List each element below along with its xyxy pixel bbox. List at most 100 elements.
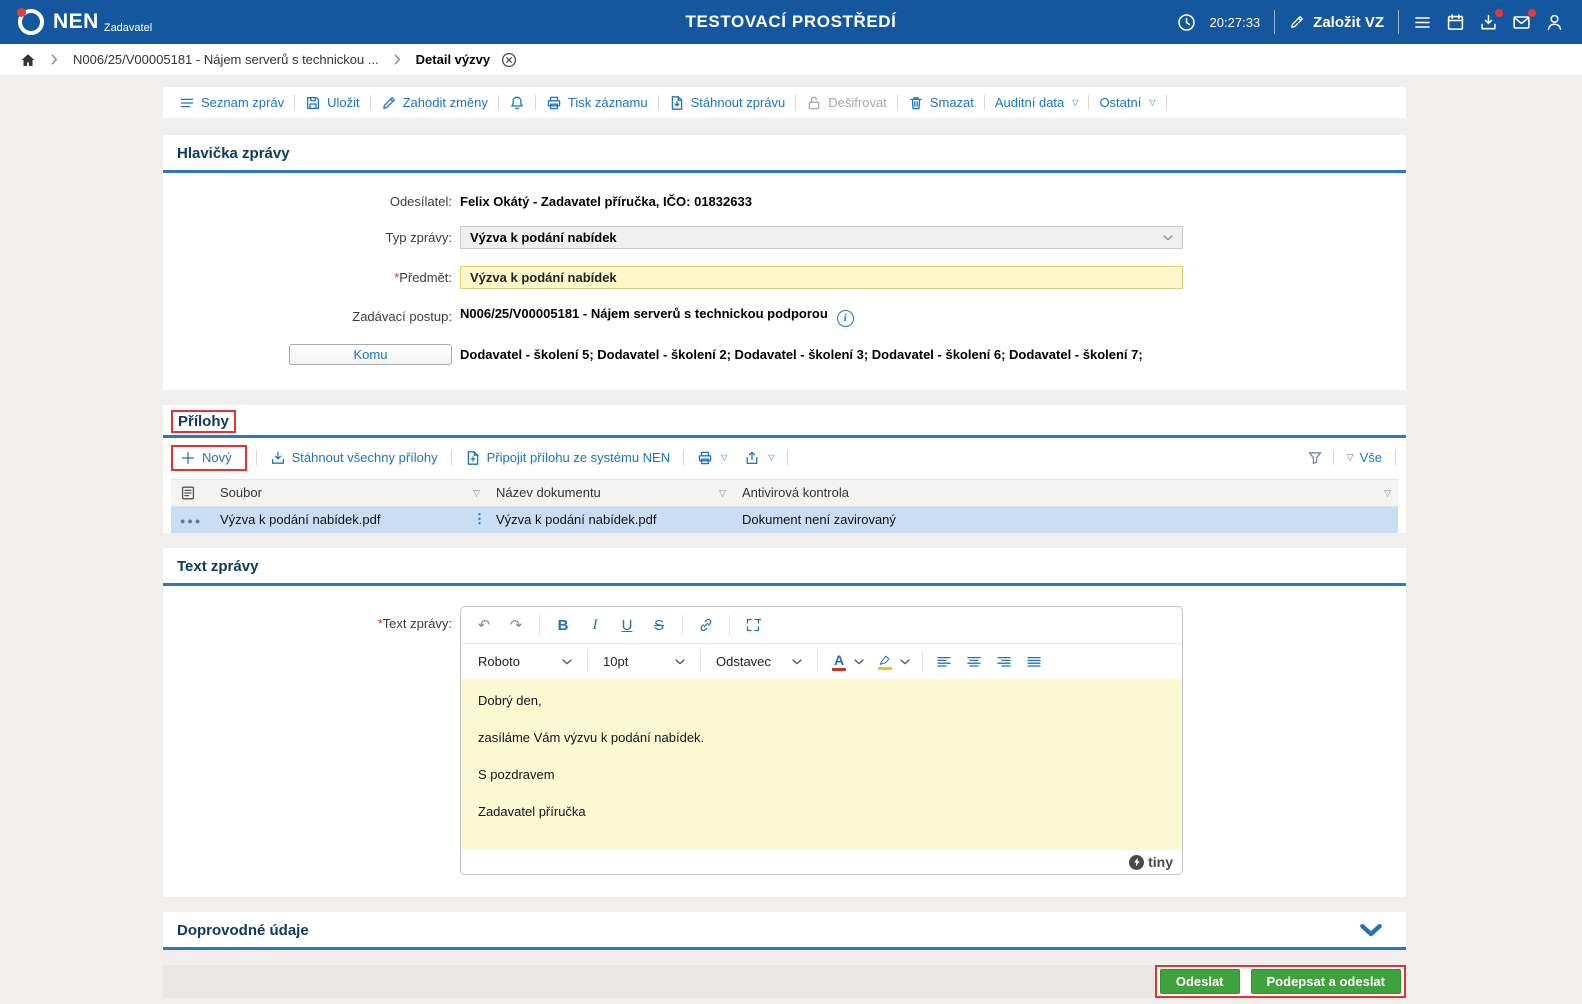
text-color-icon: A: [832, 653, 846, 671]
discard-changes-button[interactable]: Zahodit změny: [371, 95, 498, 111]
info-icon[interactable]: i: [837, 310, 854, 327]
additional-data-header[interactable]: Doprovodné údaje: [163, 912, 1406, 947]
close-circle-icon: [501, 52, 517, 68]
column-header-antivirus[interactable]: Antivirová kontrola▽: [733, 479, 1398, 506]
sign-and-send-button[interactable]: Podepsat a odeslat: [1251, 969, 1401, 994]
font-family-select[interactable]: Roboto: [469, 649, 581, 675]
share-icon: [744, 450, 760, 466]
funnel-icon: [1307, 450, 1323, 466]
font-size-select[interactable]: 10pt: [594, 649, 694, 675]
messages-button[interactable]: [1512, 13, 1531, 32]
filter-button[interactable]: [1307, 450, 1323, 466]
new-attachment-button[interactable]: Nový: [171, 445, 247, 471]
other-actions-button[interactable]: Ostatní ▽: [1089, 95, 1165, 110]
drag-handle-icon[interactable]: ⋮: [473, 511, 486, 527]
align-right-button[interactable]: [989, 649, 1019, 675]
print-record-button[interactable]: Tisk záznamu: [536, 95, 658, 111]
align-justify-button[interactable]: [1019, 649, 1049, 675]
attach-from-nen-button[interactable]: Připojit přílohu ze systému NEN: [461, 450, 675, 466]
recipients-label-cell: Komu: [163, 344, 452, 365]
create-vz-label: Založit VZ: [1313, 14, 1384, 31]
download-all-attachments-button[interactable]: Stáhnout všechny přílohy: [266, 450, 442, 466]
header-actions: 20:27:33 Založit VZ: [1177, 10, 1564, 34]
body-line: Dobrý den,: [478, 694, 1165, 708]
notifications-button[interactable]: [499, 95, 535, 111]
text-color-dropdown[interactable]: [854, 659, 870, 665]
top-header: NEN Zadavatel TESTOVACÍ PROSTŘEDÍ 20:27:…: [0, 0, 1582, 44]
message-list-button[interactable]: Seznam zpráv: [169, 95, 294, 111]
send-button[interactable]: Odeslat: [1160, 969, 1240, 994]
highlight-color-button[interactable]: [870, 649, 900, 675]
message-type-value: Výzva k podání nabídek: [470, 230, 617, 245]
breadcrumb-contract[interactable]: N006/25/V00005181 - Nájem serverů s tech…: [73, 52, 379, 67]
subject-input[interactable]: Výzva k podání nabídek: [460, 266, 1183, 289]
save-button[interactable]: Uložit: [295, 95, 370, 111]
italic-button[interactable]: I: [580, 612, 610, 638]
more-dots-icon[interactable]: ●●●: [180, 516, 202, 526]
procedure-value: N006/25/V00005181 - Nájem serverů s tech…: [460, 306, 854, 327]
divider: [682, 615, 683, 636]
column-header-file[interactable]: Soubor▽: [211, 479, 487, 506]
bold-button[interactable]: B: [548, 612, 578, 638]
export-attachments-button[interactable]: ▽: [740, 450, 778, 466]
attachments-title: Přílohy: [171, 410, 236, 433]
plus-icon: [180, 450, 196, 466]
undo-button[interactable]: ↶: [469, 612, 499, 638]
align-left-button[interactable]: [929, 649, 959, 675]
close-tab-button[interactable]: [501, 52, 517, 68]
dropdown-triangle-icon: ▽: [768, 454, 774, 462]
form-row-subject: *Předmět: Výzva k podání nabídek: [163, 266, 1406, 289]
filter-triangle-icon[interactable]: ▽: [1384, 489, 1391, 498]
menu-button[interactable]: [1413, 13, 1432, 32]
calendar-button[interactable]: [1446, 13, 1465, 32]
downloads-button[interactable]: [1479, 13, 1498, 32]
filter-triangle-icon[interactable]: ▽: [719, 489, 726, 498]
text-color-button[interactable]: A: [824, 649, 854, 675]
download-tray-icon: [270, 450, 286, 466]
new-attachment-label: Nový: [202, 450, 232, 465]
filter-triangle-icon[interactable]: ▽: [473, 489, 480, 498]
print-attachments-button[interactable]: ▽: [693, 450, 731, 466]
audit-data-button[interactable]: Auditní data ▽: [985, 95, 1089, 110]
strikethrough-button[interactable]: S: [644, 612, 674, 638]
attachment-file-cell[interactable]: Výzva k podání nabídek.pdf ⋮: [211, 506, 487, 533]
column-header-doc-name[interactable]: Název dokumentu▽: [487, 479, 733, 506]
form-icon: [180, 485, 202, 501]
home-button[interactable]: [20, 52, 36, 68]
nen-brand[interactable]: NEN Zadavatel: [18, 9, 152, 35]
subject-value: Výzva k podání nabídek: [470, 270, 617, 285]
section-title: Hlavička zprávy: [163, 135, 1406, 170]
attachment-row[interactable]: ●●● Výzva k podání nabídek.pdf ⋮ Výzva k…: [171, 506, 1398, 533]
view-all-button[interactable]: ▽ Vše: [1344, 450, 1385, 465]
divider: [1333, 450, 1334, 465]
download-all-label: Stáhnout všechny přílohy: [292, 450, 438, 465]
highlight-color-dropdown[interactable]: [900, 659, 916, 665]
chevron-down-icon[interactable]: [1360, 924, 1382, 937]
editor-content[interactable]: Dobrý den, zasíláme Vám výzvu k podání n…: [461, 679, 1182, 850]
section-title: Text zprávy: [163, 548, 1406, 583]
document-plus-icon: [465, 450, 481, 466]
document-download-icon: [669, 95, 685, 111]
fullscreen-button[interactable]: [738, 612, 768, 638]
align-left-icon: [936, 654, 952, 670]
chevron-down-icon: [854, 659, 864, 665]
block-format-value: Odstavec: [716, 654, 771, 669]
user-button[interactable]: [1545, 13, 1564, 32]
download-message-button[interactable]: Stáhnout zprávu: [659, 95, 796, 111]
recipients-button[interactable]: Komu: [289, 344, 452, 365]
attachment-doc-name-cell[interactable]: Výzva k podání nabídek.pdf: [487, 506, 733, 533]
create-vz-button[interactable]: Založit VZ: [1289, 14, 1384, 31]
align-center-button[interactable]: [959, 649, 989, 675]
block-format-select[interactable]: Odstavec: [707, 649, 811, 675]
message-type-select[interactable]: Výzva k podání nabídek: [460, 226, 1183, 249]
row-menu-cell[interactable]: ●●●: [171, 506, 211, 533]
link-button[interactable]: [691, 612, 721, 638]
delete-button[interactable]: Smazat: [898, 95, 984, 111]
body-line: S pozdravem: [478, 768, 1165, 782]
editor-statusbar: tiny: [461, 850, 1182, 874]
nen-logo-icon: [18, 9, 44, 35]
redo-button[interactable]: ↷: [501, 612, 531, 638]
procedure-label: Zadávací postup:: [163, 309, 452, 324]
underline-button[interactable]: U: [612, 612, 642, 638]
chevron-down-icon: [1163, 235, 1173, 241]
